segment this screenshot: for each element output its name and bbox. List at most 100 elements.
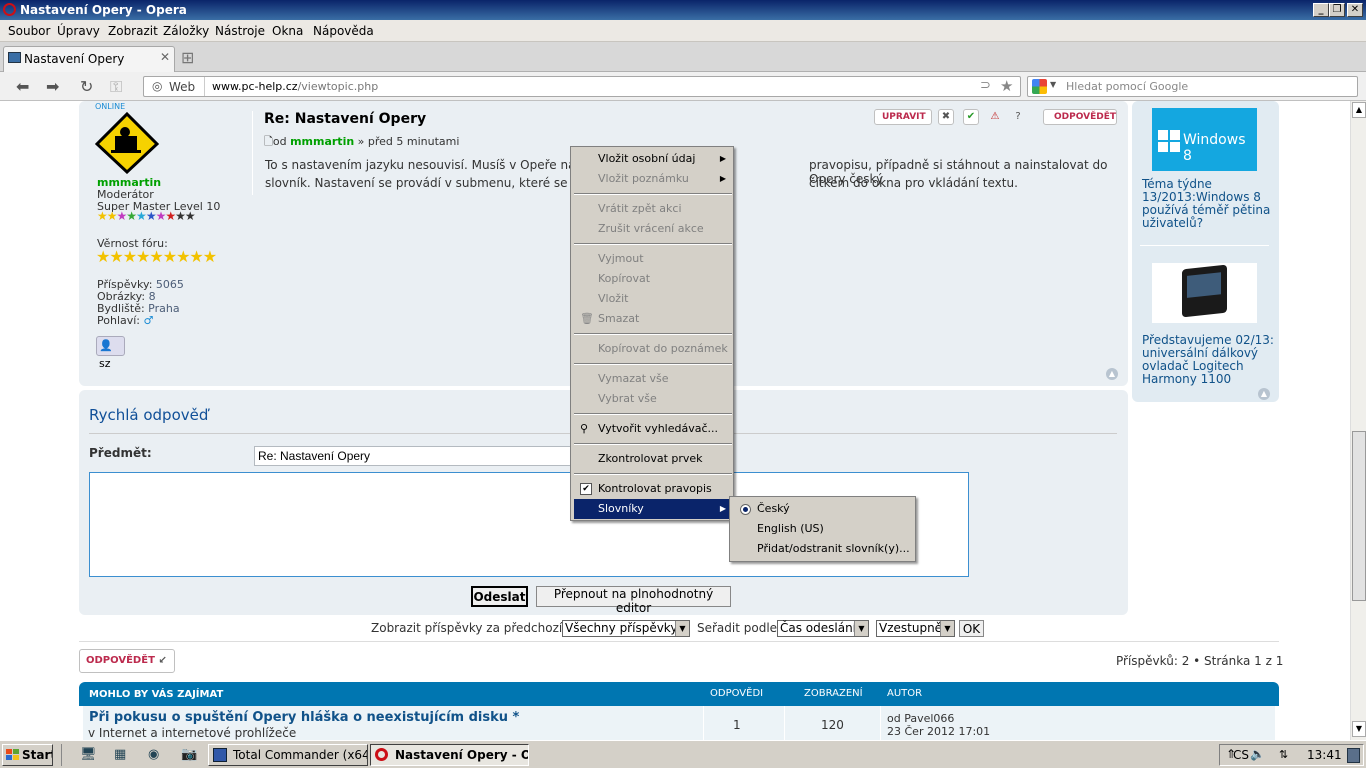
posts-count: Příspěvků: 2 • Stránka 1 z 1 (1116, 654, 1284, 668)
scroll-up-icon[interactable]: ▲ (1352, 102, 1366, 118)
menu-paste[interactable]: Vložit (574, 289, 732, 309)
task2-label: Nastavení Opery - Op... (395, 748, 528, 762)
subject-input[interactable] (254, 446, 584, 466)
menu-soubor[interactable]: Soubor (8, 24, 50, 38)
maximize-button[interactable]: ❐ (1329, 3, 1345, 17)
menu-zalozky[interactable]: Záložky (163, 24, 209, 38)
posts-value: 5065 (155, 278, 184, 291)
topic-date: 23 Čer 2012 17:01 (887, 725, 991, 738)
menu-copy[interactable]: Kopírovat (574, 269, 732, 289)
col-topic: MOHLO BY VÁS ZAJÍMAT (89, 689, 224, 700)
menu-separator (574, 193, 732, 195)
menu-select-all[interactable]: Vybrat vše (574, 389, 732, 409)
new-tab-icon[interactable]: ⊞ (181, 48, 194, 67)
calculator-icon[interactable]: ▦ (114, 747, 126, 762)
info-icon[interactable]: ? (1010, 109, 1026, 125)
menu-zobrazit[interactable]: Zobrazit (108, 24, 158, 38)
close-button[interactable]: ✕ (1347, 3, 1363, 17)
pm-button[interactable]: 👤 sz (96, 336, 125, 370)
menu-napoveda[interactable]: Nápověda (313, 24, 374, 38)
forward-icon[interactable]: ➡ (46, 77, 59, 96)
topic-subtitle[interactable]: v Internet a internetové prohlížeče (88, 726, 296, 740)
menu-insert-personal[interactable]: Vložit osobní údaj ▶ (574, 149, 732, 169)
chevron-down-icon: ▼ (675, 621, 689, 636)
menu-insert-note[interactable]: Vložit poznámku ▶ (574, 169, 732, 189)
reply-quote-button[interactable]: ODPOVĚDĚT (1043, 109, 1117, 125)
menu-upravy[interactable]: Úpravy (57, 24, 100, 38)
menu-create-search[interactable]: ⚲ Vytvořit vyhledávač... (574, 419, 732, 439)
menu-nastroje[interactable]: Nástroje (215, 24, 265, 38)
scroll-down-icon[interactable]: ▼ (1352, 721, 1366, 737)
col-author: AUTOR (887, 688, 923, 699)
vertical-scrollbar[interactable]: ▲ ▼ (1350, 101, 1366, 740)
submenu-czech[interactable]: Český (733, 499, 914, 519)
topic-title[interactable]: Při pokusu o spuštění Opery hláška o nee… (89, 710, 519, 725)
rss-icon[interactable]: ⊃ (980, 78, 991, 93)
floppy-icon (213, 748, 227, 762)
network-icon[interactable]: ⇅ (1279, 748, 1288, 761)
win8-text: Windows 8 (1183, 132, 1246, 164)
camera-icon[interactable]: 📷 (181, 747, 197, 762)
show-posts-select[interactable]: Všechny příspěvky ▼ (562, 620, 690, 637)
submenu-english[interactable]: English (US) (733, 519, 914, 539)
sidebar-item-1[interactable]: Téma týdne 13/2013:Windows 8 používá tém… (1142, 178, 1274, 230)
show-desktop-icon[interactable] (1347, 748, 1360, 763)
menu-okna[interactable]: Okna (272, 24, 303, 38)
close-tab-icon[interactable]: ✕ (160, 50, 170, 64)
taskbar-total-commander[interactable]: Total Commander (x64) ... (208, 744, 368, 766)
report-icon[interactable]: ⚠ (987, 109, 1003, 125)
url-path: /viewtopic.php (297, 80, 379, 93)
post-title[interactable]: Re: Nastavení Opery (264, 111, 426, 127)
volume-icon[interactable]: 🔈 (1250, 747, 1265, 761)
sidebar-item-2[interactable]: Představujeme 02/13: universální dálkový… (1142, 334, 1274, 386)
clock[interactable]: 13:41 (1307, 748, 1342, 762)
submenu-czech-label: Český (757, 502, 790, 515)
window-titlebar[interactable]: Nastavení Opery - Opera _ ❐ ✕ (0, 0, 1366, 20)
opera-logo-icon (375, 748, 388, 761)
post-author[interactable]: mmmartin (290, 135, 354, 148)
menu-dictionaries[interactable]: Slovníky ▶ (574, 499, 732, 519)
remote-thumb[interactable] (1152, 263, 1257, 323)
menu-spellcheck[interactable]: ✔ Kontrolovat pravopis (574, 479, 732, 499)
reply-arrow-icon: ↙ (158, 655, 167, 666)
menu-delete[interactable]: 🗑 Smazat (574, 309, 732, 329)
start-button[interactable]: Start (2, 744, 53, 766)
approve-icon[interactable]: ✔ (963, 109, 979, 125)
menu-clear-all[interactable]: Vymazat vše (574, 369, 732, 389)
reply-button[interactable]: ODPOVĚDĚT ↙ (79, 649, 175, 673)
cell-divider (784, 706, 785, 740)
bookmark-star-icon[interactable]: ★ (1000, 77, 1013, 95)
menu-undo[interactable]: Vrátit zpět akci (574, 199, 732, 219)
url-text[interactable]: www.pc-help.cz/viewtopic.php (212, 80, 378, 93)
sidebar-top-icon[interactable]: ▲ (1258, 388, 1270, 400)
back-icon[interactable]: ⬅ (16, 77, 29, 96)
minimize-button[interactable]: _ (1313, 3, 1329, 17)
back-to-top-icon[interactable]: ▲ (1106, 368, 1118, 380)
sort-select[interactable]: Čas odeslání ▼ (777, 620, 869, 637)
taskbar-opera[interactable]: Nastavení Opery - Op... (370, 744, 529, 766)
show-hidden-icons-icon[interactable]: ⇑ (1226, 747, 1236, 761)
chevron-down-icon[interactable]: ▼ (1050, 80, 1056, 89)
search-field[interactable]: ▼ Hledat pomocí Google (1027, 76, 1358, 97)
reload-icon[interactable]: ↻ (80, 77, 93, 96)
menu-cut[interactable]: Vyjmout (574, 249, 732, 269)
menu-copy-to-notes[interactable]: Kopírovat do poznámek (574, 339, 732, 359)
filter-ok-button[interactable]: OK (959, 620, 984, 637)
cell-divider (880, 706, 881, 740)
menu-redo[interactable]: Zrušit vrácení akce (574, 219, 732, 239)
scroll-thumb[interactable] (1352, 431, 1366, 601)
submit-button[interactable]: Odeslat (471, 586, 528, 607)
topic-author[interactable]: od Pavel066 (887, 712, 954, 725)
menu-inspect-element[interactable]: Zkontrolovat prvek (574, 449, 732, 469)
browser-icon[interactable]: ◉ (148, 747, 159, 762)
address-bar[interactable]: ◎ Web www.pc-help.cz/viewtopic.php ⊃ ★ (143, 76, 1021, 97)
order-select[interactable]: Vzestupně ▼ (876, 620, 955, 637)
edit-button[interactable]: UPRAVIT (874, 109, 932, 125)
submenu-add-remove[interactable]: Přidat/odstranit slovník(y)... (733, 539, 914, 559)
desktop-icon[interactable]: 🖥 (80, 747, 97, 762)
menu-spellcheck-label: Kontrolovat pravopis (598, 482, 712, 495)
delete-icon[interactable]: ✖ (938, 109, 954, 125)
full-editor-button[interactable]: Přepnout na plnohodnotný editor (536, 586, 731, 615)
windows8-thumb[interactable]: Windows 8 (1152, 108, 1257, 171)
tab-nastaveni-opery[interactable]: Nastavení Opery ✕ (3, 46, 175, 72)
